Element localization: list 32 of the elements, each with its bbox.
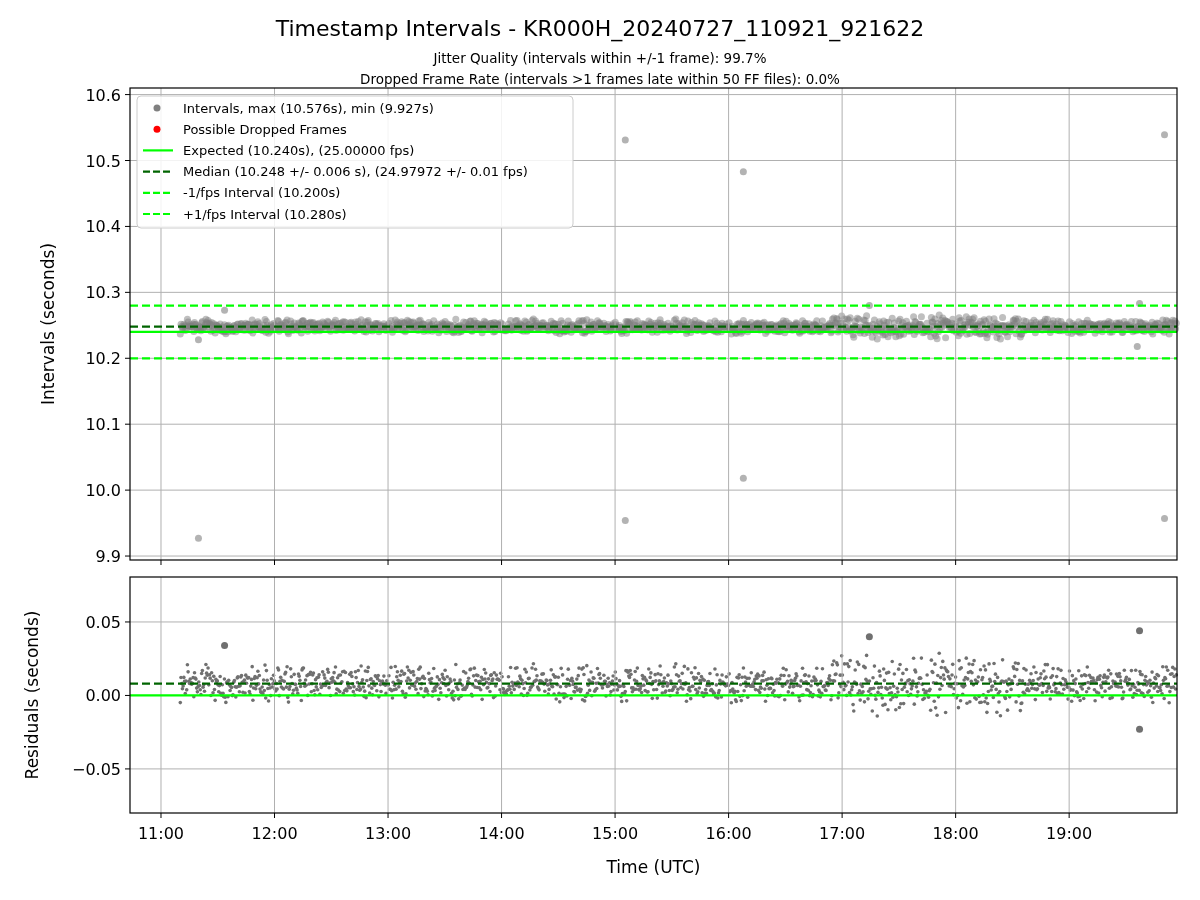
x-tick-label: 13:00 [365,824,412,843]
y-tick-label: 10.4 [85,217,121,237]
x-tick-label: 16:00 [705,824,752,843]
x-tick-label: 12:00 [251,824,298,843]
x-tick-label: 17:00 [819,824,866,843]
x-tick-label: 15:00 [592,824,639,843]
y-tick-label: 0.00 [85,686,121,706]
figure-subtitle: Dropped Frame Rate (intervals >1 frames late within 50 FF files): 0.0% [360,71,840,87]
figure-title: Timestamp Intervals - KR000H_20240727_110921_921622 [275,16,925,41]
legend-label: Median (10.248 +/- 0.006 s), (24.97972 +/- 0.01 fps) [183,164,528,180]
y-tick-label: 10.0 [85,481,121,501]
x-tick-label: 14:00 [478,824,525,843]
y-tick-label: 10.3 [85,283,121,303]
x-tick-label: 19:00 [1046,824,1093,843]
legend-label: Possible Dropped Frames [183,121,347,137]
legend-label: +1/fps Interval (10.280s) [183,206,347,222]
y-tick-label: 10.5 [85,151,121,171]
x-tick-label: 11:00 [137,824,185,843]
x-axis-label: Time (UTC) [606,857,701,877]
y-axis-label: Intervals (seconds) [38,242,58,406]
figure-subtitle: Jitter Quality (intervals within +/-1 frame): 99.7% [433,50,767,66]
x-tick-label: 18:00 [932,824,979,843]
y-tick-label: 9.9 [95,547,121,567]
legend-label: -1/fps Interval (10.200s) [183,185,341,201]
y-tick-label: 10.2 [85,349,121,369]
legend-label: Expected (10.240s), (25.00000 fps) [183,142,415,158]
y-tick-label: 10.6 [85,85,121,105]
y-tick-label: 10.1 [85,415,121,435]
y-axis-label: Residuals (seconds) [22,610,42,780]
y-tick-label: −0.05 [71,759,121,779]
legend-label: Intervals, max (10.576s), min (9.927s) [183,100,434,116]
y-tick-label: 0.05 [85,612,121,632]
